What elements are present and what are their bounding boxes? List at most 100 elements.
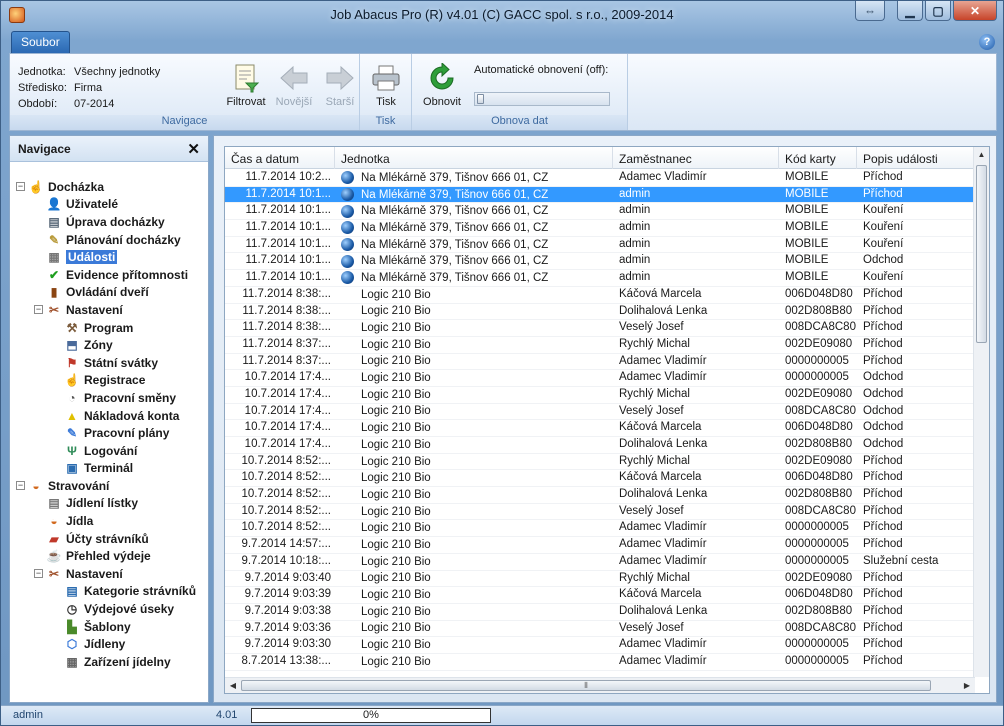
table-row[interactable]: 10.7.2014 17:4... Logic 210 Bio Dolihalová…: [225, 437, 975, 454]
globe-icon: [341, 204, 354, 218]
nav-item[interactable]: ⬒ Zóny: [10, 336, 208, 354]
collapse-toggle-icon[interactable]: −: [34, 305, 43, 315]
refresh-button[interactable]: Obnovit: [418, 62, 466, 108]
table-row[interactable]: 10.7.2014 8:52:... Logic 210 Bio Rychlý Mi…: [225, 454, 975, 471]
table-cell: Logic 210 Bio: [335, 520, 613, 536]
collapse-toggle-icon[interactable]: −: [16, 481, 25, 491]
table-cell: Kouření: [863, 204, 904, 217]
nav-item[interactable]: ✔ Evidence přítomnosti: [10, 266, 208, 284]
table-row[interactable]: 11.7.2014 8:37:... Logic 210 Bio Rychlý Mi…: [225, 337, 975, 354]
nav-item[interactable]: ⬡ Jídleny: [10, 635, 208, 653]
maximize-button[interactable]: ▢: [925, 1, 951, 21]
nav-item[interactable]: ▮ Ovládání dveří: [10, 284, 208, 302]
nav-item[interactable]: ☕ Přehled výdeje: [10, 547, 208, 565]
scroll-left-icon[interactable]: ◀: [225, 678, 241, 693]
older-button[interactable]: Starší: [316, 62, 364, 108]
nav-item[interactable]: ▤ Kategorie strávníků: [10, 583, 208, 601]
table-row[interactable]: 10.7.2014 8:52:... Logic 210 Bio Káčová Ma…: [225, 470, 975, 488]
nav-item[interactable]: ▦ Zařízení jídelny: [10, 653, 208, 671]
table-row[interactable]: 11.7.2014 8:37:... Logic 210 Bio Adamec Vl…: [225, 354, 975, 371]
print-button[interactable]: Tisk: [362, 62, 410, 108]
scroll-up-icon[interactable]: ▲: [974, 147, 989, 163]
clock-icon: ◷: [66, 602, 78, 617]
menu-tab-soubor[interactable]: Soubor: [11, 31, 70, 53]
table-row[interactable]: 10.7.2014 17:4... Logic 210 Bio Rychlý Mic…: [225, 387, 975, 404]
horizontal-scrollbar[interactable]: ◀ ⦀ ▶: [225, 677, 975, 693]
column-header[interactable]: Jednotka: [335, 147, 613, 169]
table-row[interactable]: 9.7.2014 9:03:36 Logic 210 Bio Veselý Jose…: [225, 621, 975, 638]
close-button[interactable]: ✕: [953, 1, 997, 21]
table-row[interactable]: 9.7.2014 10:18:... Logic 210 Bio Adamec Vl…: [225, 554, 975, 571]
nav-item[interactable]: ☝ Registrace: [10, 372, 208, 390]
table-row[interactable]: 11.7.2014 10:1... Na Mlékárně 379, Tišnov…: [225, 220, 975, 237]
table-row[interactable]: 10.7.2014 17:4... Logic 210 Bio Káčová Mar…: [225, 420, 975, 437]
table-cell: 9.7.2014 9:03:38: [244, 604, 331, 617]
help-icon[interactable]: ?: [979, 34, 995, 50]
table-row[interactable]: 11.7.2014 8:38:... Logic 210 Bio Káčová Ma…: [225, 287, 975, 304]
table-row[interactable]: 10.7.2014 17:4... Logic 210 Bio Veselý Jos…: [225, 404, 975, 421]
refresh-icon: [426, 62, 458, 94]
nav-item[interactable]: ✎ Plánování docházky: [10, 231, 208, 249]
nav-item[interactable]: ⚑ Státní svátky: [10, 354, 208, 372]
nav-item[interactable]: ▤ Úprava docházky: [10, 213, 208, 231]
table-row[interactable]: 10.7.2014 8:52:... Logic 210 Bio Dolihalov…: [225, 487, 975, 504]
table-row[interactable]: 11.7.2014 8:38:... Logic 210 Bio Veselý Jo…: [225, 320, 975, 337]
table-cell: Na Mlékárně 379, Tišnov 666 01, CZ: [335, 270, 613, 286]
table-row[interactable]: 9.7.2014 9:03:40 Logic 210 Bio Rychlý Mich…: [225, 571, 975, 588]
nav-item[interactable]: ▦ Události: [10, 248, 208, 266]
collapse-toggle-icon[interactable]: −: [16, 182, 25, 192]
vertical-scroll-thumb[interactable]: [976, 165, 987, 343]
table-row[interactable]: 10.7.2014 17:4... Logic 210 Bio Adamec Vla…: [225, 370, 975, 387]
context-info-key: Jednotka:: [18, 66, 66, 78]
table-row[interactable]: 9.7.2014 9:03:39 Logic 210 Bio Káčová Marc…: [225, 587, 975, 604]
table-cell: Příchod: [863, 504, 903, 517]
nav-item[interactable]: ▰ Účty strávníků: [10, 530, 208, 548]
table-row[interactable]: 11.7.2014 10:1... Na Mlékárně 379, Tišnov…: [225, 186, 975, 204]
nav-item[interactable]: ◒ Jídla: [10, 512, 208, 530]
nav-item[interactable]: ▙ Šablony: [10, 618, 208, 636]
nav-item[interactable]: ⚒ Program: [10, 319, 208, 337]
slider-thumb[interactable]: [477, 94, 484, 104]
table-row[interactable]: 10.7.2014 8:52:... Logic 210 Bio Veselý Jo…: [225, 504, 975, 521]
nav-item[interactable]: − ✂ Nastavení: [10, 301, 208, 319]
table-row[interactable]: 9.7.2014 9:03:30 Logic 210 Bio Adamec Vlad…: [225, 637, 975, 654]
nav-item[interactable]: ▤ Jídlení lístky: [10, 495, 208, 513]
table-row[interactable]: 9.7.2014 9:03:38 Logic 210 Bio Dolihalová …: [225, 604, 975, 621]
scroll-right-icon[interactable]: ▶: [959, 678, 975, 693]
newer-button[interactable]: Novější: [270, 62, 318, 108]
horizontal-scroll-thumb[interactable]: ⦀: [241, 680, 931, 691]
nav-item[interactable]: 👤 Uživatelé: [10, 196, 208, 214]
table-cell: 002D808B80: [785, 604, 853, 617]
table-row[interactable]: 11.7.2014 8:38:... Logic 210 Bio Dolihalov…: [225, 304, 975, 321]
nav-item[interactable]: − ◒ Stravování: [10, 477, 208, 495]
table-row[interactable]: 11.7.2014 10:2... Na Mlékárně 379, Tišnov…: [225, 170, 975, 187]
minimize-button[interactable]: ▁: [897, 1, 923, 21]
nav-item[interactable]: ▣ Terminál: [10, 460, 208, 478]
nav-item[interactable]: − ✂ Nastavení: [10, 565, 208, 583]
nav-item[interactable]: − ☝ Docházka: [10, 178, 208, 196]
table-row[interactable]: 8.7.2014 13:38:... Logic 210 Bio Adamec Vl…: [225, 654, 975, 671]
nav-item[interactable]: ◔ Pracovní směny: [10, 389, 208, 407]
table-cell: Adamec Vladimír: [619, 521, 707, 534]
close-icon[interactable]: ✕: [187, 140, 200, 158]
table-row[interactable]: 11.7.2014 10:1... Na Mlékárně 379, Tišnov…: [225, 203, 975, 221]
column-header[interactable]: Zaměstnanec: [613, 147, 779, 169]
table-row[interactable]: 11.7.2014 10:1... Na Mlékárně 379, Tišnov…: [225, 270, 975, 287]
nav-item[interactable]: Ψ Logování: [10, 442, 208, 460]
column-header[interactable]: Popis události: [857, 147, 975, 169]
globe-icon: [341, 221, 354, 235]
nav-item[interactable]: ◷ Výdejové úseky: [10, 600, 208, 618]
auto-refresh-slider[interactable]: [474, 92, 610, 106]
vertical-scrollbar[interactable]: ▲: [973, 147, 989, 677]
filter-button[interactable]: Filtrovat: [222, 62, 270, 108]
table-row[interactable]: 11.7.2014 10:1... Na Mlékárně 379, Tišnov…: [225, 237, 975, 254]
swap-arrows-icon[interactable]: ⇔: [855, 1, 885, 21]
table-row[interactable]: 11.7.2014 10:1... Na Mlékárně 379, Tišnov…: [225, 253, 975, 271]
collapse-toggle-icon[interactable]: −: [34, 569, 43, 579]
table-row[interactable]: 9.7.2014 14:57:... Logic 210 Bio Adamec Vl…: [225, 537, 975, 554]
column-header[interactable]: Kód karty: [779, 147, 857, 169]
column-header[interactable]: Čas a datum: [225, 147, 335, 169]
nav-item[interactable]: ✎ Pracovní plány: [10, 424, 208, 442]
nav-item[interactable]: ▲ Nákladová konta: [10, 407, 208, 425]
table-row[interactable]: 10.7.2014 8:52:... Logic 210 Bio Adamec Vl…: [225, 520, 975, 538]
